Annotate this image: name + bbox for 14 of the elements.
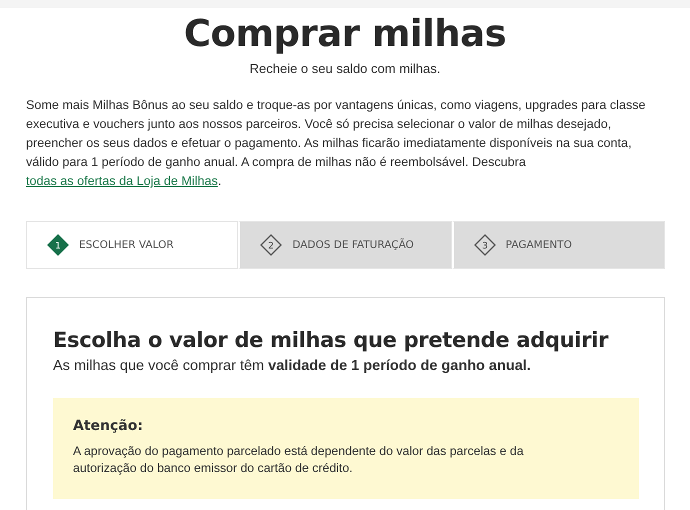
- page-subtitle: Recheie o seu saldo com milhas.: [248, 61, 442, 76]
- notice-text: A aprovação do pagamento parcelado está dependente do valor das parcelas e da autorização do banco emissor do cartão de crédito.: [73, 443, 525, 477]
- step-tab[interactable]: 2 DADOS DE FATURAÇÃO: [238, 221, 452, 269]
- offers-link[interactable]: todas as ofertas da Loja de Milhas: [26, 174, 218, 188]
- card-subtitle: As milhas que você comprar têm validade de 1 período de ganho anual.: [53, 358, 532, 374]
- intro-paragraph: Some mais Milhas Bônus ao seu saldo e troque-as por vantagens únicas, como viagens, upgrades para classe executiva e vouchers junto aos nossos parceiros. Você só precisa selecionar o valor de milhas desejado, preencher os seus dados e efetuar o pagamento. As milhas ficarão imediatamente disponíveis na sua conta, válido para 1 período de ganho anual. A compra de milhas não é reembolsável. Descubra todas as ofertas da Loja de Milhas.: [26, 97, 647, 190]
- notice-title: Atenção:: [73, 418, 144, 434]
- card-title: Escolha o valor de milhas que pretende adquirir: [53, 328, 610, 352]
- step-tab[interactable]: 3 PAGAMENTO: [452, 221, 665, 269]
- step-number-icon: 1: [47, 234, 69, 256]
- page-title: Comprar milhas: [182, 12, 508, 55]
- step-number-icon: 3: [474, 234, 496, 256]
- step-tab[interactable]: 1 ESCOLHER VALOR: [26, 221, 238, 269]
- step-number-icon: 2: [260, 234, 282, 256]
